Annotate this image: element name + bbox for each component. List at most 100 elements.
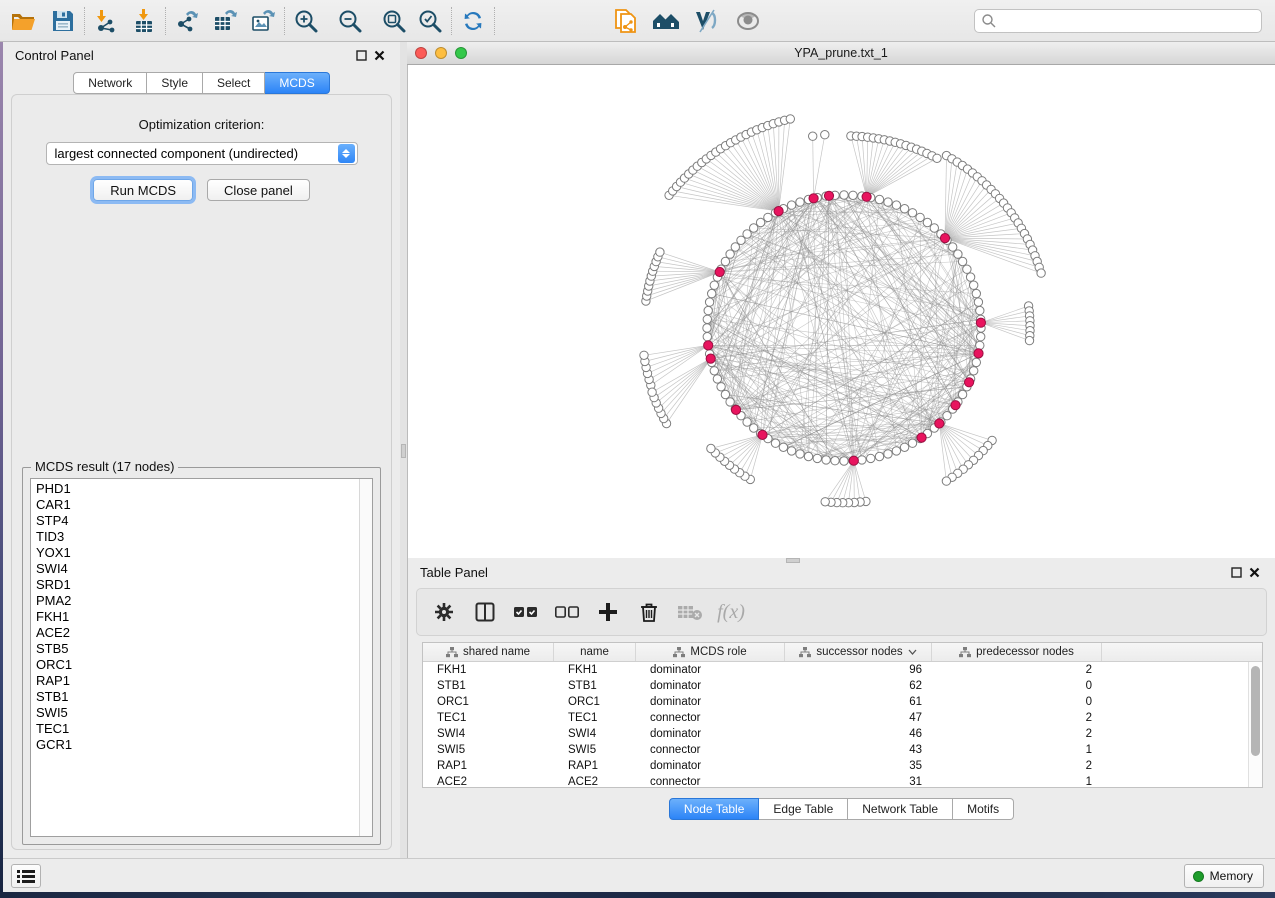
table-cell: dominator [636,728,785,740]
mcds-result-item[interactable]: PHD1 [31,481,359,497]
table-row[interactable]: FKH1FKH1dominator962 [423,662,1262,678]
export-table-icon[interactable] [210,6,240,36]
node-table: shared namenameMCDS rolesuccessor nodesp… [422,642,1263,788]
column-header-successor-nodes[interactable]: successor nodes [785,643,932,661]
split-panel-icon[interactable] [472,599,498,625]
column-header-shared-name[interactable]: shared name [423,643,554,661]
table-cell: TEC1 [554,712,636,724]
clone-network-icon[interactable] [611,6,641,36]
tab-network[interactable]: Network [73,72,147,94]
optimization-criterion-label: Optimization criterion: [12,117,391,132]
network-canvas[interactable] [407,65,1275,558]
search-box [974,9,1262,33]
zoom-selected-icon[interactable] [415,6,445,36]
mcds-result-item[interactable]: GCR1 [31,737,359,753]
table-row[interactable]: ORC1ORC1dominator610 [423,694,1262,710]
table-cell: ORC1 [423,696,554,708]
save-session-icon[interactable] [48,6,78,36]
show-graphics-details-icon[interactable] [733,6,763,36]
mcds-list-scrollbar[interactable] [359,479,372,836]
table-cell: FKH1 [423,664,554,676]
add-column-icon[interactable] [595,599,621,625]
delete-column-icon[interactable] [636,599,662,625]
mcds-result-item[interactable]: STB5 [31,641,359,657]
column-header-name[interactable]: name [554,643,636,661]
table-cell: ACE2 [423,776,554,788]
tab-edge-table[interactable]: Edge Table [759,798,848,820]
export-image-icon[interactable] [248,6,278,36]
tab-node-table[interactable]: Node Table [669,798,760,820]
network-overview-icon[interactable] [651,6,681,36]
export-network-icon[interactable] [172,6,202,36]
mcds-result-item[interactable]: FKH1 [31,609,359,625]
mcds-result-item[interactable]: ORC1 [31,657,359,673]
run-mcds-button[interactable]: Run MCDS [93,179,193,201]
mcds-result-item[interactable]: ACE2 [31,625,359,641]
table-row[interactable]: SWI5SWI5connector431 [423,742,1262,758]
mcds-result-item[interactable]: TEC1 [31,721,359,737]
status-bar: Memory [0,858,1275,892]
horizontal-splitter-grip[interactable] [786,558,800,563]
tab-motifs[interactable]: Motifs [953,798,1014,820]
mcds-result-item[interactable]: STP4 [31,513,359,529]
search-input[interactable] [997,11,1261,31]
table-row[interactable]: RAP1RAP1dominator352 [423,758,1262,774]
zoom-fit-icon[interactable] [379,6,409,36]
zoom-in-icon[interactable] [291,6,321,36]
vertical-splitter[interactable] [400,42,407,858]
task-history-button[interactable] [11,864,41,888]
close-panel-button[interactable]: Close panel [207,179,310,201]
tab-network-table[interactable]: Network Table [848,798,953,820]
table-cell: dominator [636,664,785,676]
table-row[interactable]: ACE2ACE2connector311 [423,774,1262,788]
tab-style[interactable]: Style [147,72,203,94]
tab-mcds[interactable]: MCDS [265,72,329,94]
mcds-result-item[interactable]: TID3 [31,529,359,545]
table-row[interactable]: STB1STB1dominator620 [423,678,1262,694]
mcds-result-item[interactable]: SWI4 [31,561,359,577]
table-cell: 96 [785,664,932,676]
mcds-result-item[interactable]: CAR1 [31,497,359,513]
network-graph[interactable] [408,65,1275,558]
refresh-icon[interactable] [458,6,488,36]
table-cell: 43 [785,744,932,756]
mcds-result-item[interactable]: SRD1 [31,577,359,593]
table-cell: dominator [636,760,785,772]
deselect-all-icon[interactable] [554,599,580,625]
import-table-icon[interactable] [129,6,159,36]
table-close-panel-icon[interactable] [1245,564,1263,580]
hide-graphics-details-icon[interactable] [691,6,721,36]
zoom-out-icon[interactable] [335,6,365,36]
tab-select[interactable]: Select [203,72,265,94]
table-cell: 2 [932,760,1102,772]
mcds-result-title: MCDS result (17 nodes) [31,459,178,474]
import-network-icon[interactable] [91,6,121,36]
mcds-result-item[interactable]: YOX1 [31,545,359,561]
table-cell: 1 [932,744,1102,756]
table-cell: SWI5 [554,744,636,756]
mcds-result-item[interactable]: STB1 [31,689,359,705]
table-cell: 2 [932,712,1102,724]
table-cell: TEC1 [423,712,554,724]
table-row[interactable]: SWI4SWI4dominator462 [423,726,1262,742]
mcds-result-item[interactable]: SWI5 [31,705,359,721]
memory-button[interactable]: Memory [1184,864,1264,888]
mcds-result-item[interactable]: PMA2 [31,593,359,609]
splitter-grip[interactable] [401,444,406,458]
table-row[interactable]: TEC1TEC1connector472 [423,710,1262,726]
table-float-panel-icon[interactable] [1227,564,1245,580]
optimization-criterion-dropdown[interactable]: largest connected component (undirected) [46,142,358,165]
mcds-result-item[interactable]: RAP1 [31,673,359,689]
select-all-icon[interactable] [513,599,539,625]
table-scrollbar-thumb[interactable] [1251,666,1260,756]
column-header-MCDS-role[interactable]: MCDS role [636,643,785,661]
settings-icon[interactable] [431,599,457,625]
close-panel-icon[interactable] [370,47,388,63]
table-cell: ACE2 [554,776,636,788]
float-panel-icon[interactable] [352,47,370,63]
table-scrollbar[interactable] [1248,662,1262,787]
table-cell: RAP1 [554,760,636,772]
table-cell: FKH1 [554,664,636,676]
open-file-icon[interactable] [8,6,38,36]
column-header-predecessor-nodes[interactable]: predecessor nodes [932,643,1102,661]
